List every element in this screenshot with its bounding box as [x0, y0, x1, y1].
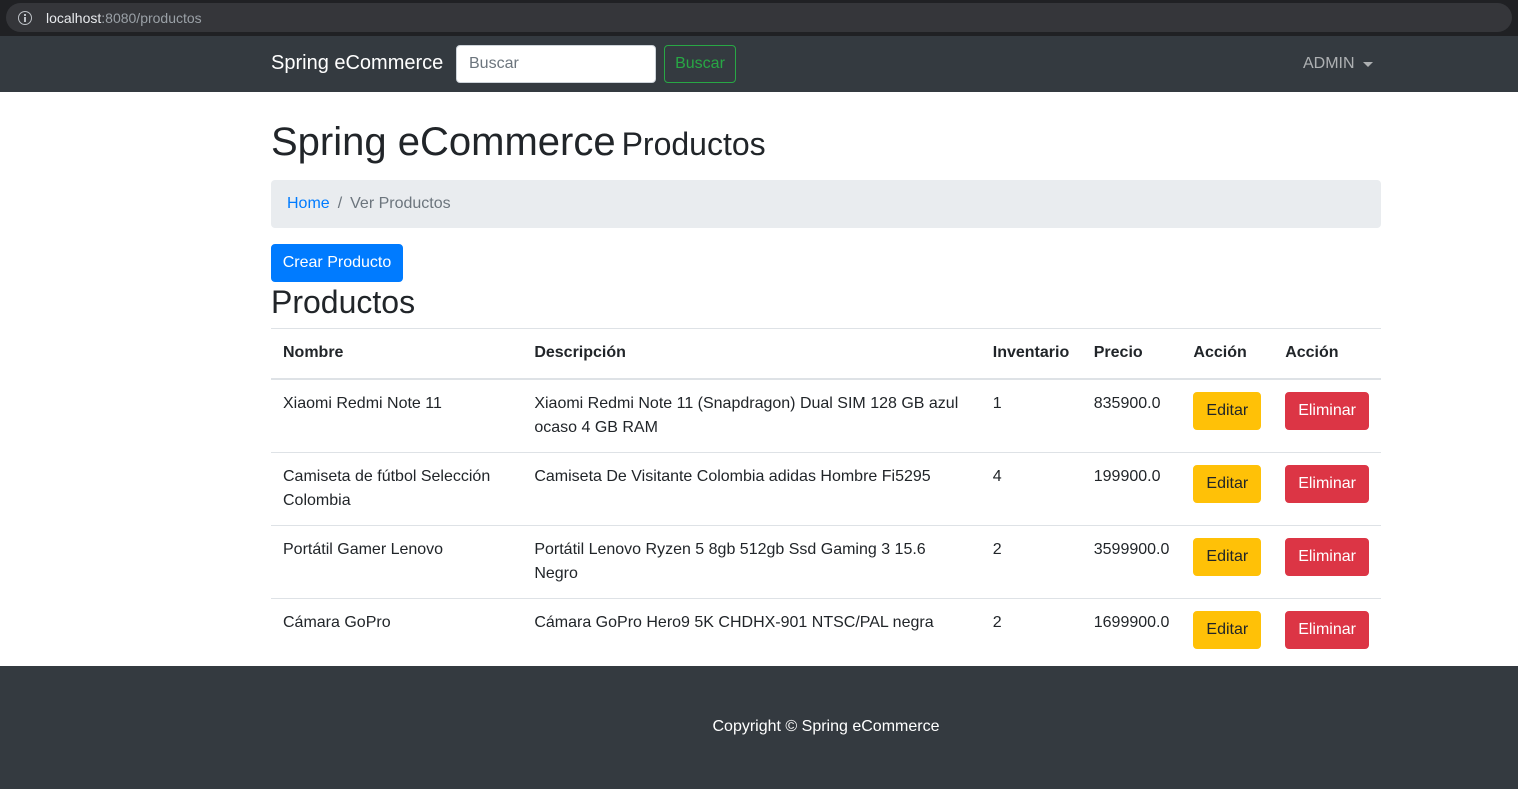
header-inventario: Inventario	[980, 328, 1082, 380]
cell-inventario: 2	[980, 524, 1082, 598]
delete-button[interactable]: Eliminar	[1285, 537, 1369, 576]
cell-edit: Editar	[1181, 524, 1274, 598]
edit-button[interactable]: Editar	[1193, 464, 1262, 503]
admin-dropdown[interactable]: ADMIN	[1303, 55, 1373, 73]
cell-edit: Editar	[1181, 378, 1274, 452]
url-path: :8080/productos	[101, 9, 202, 26]
cell-nombre: Xiaomi Redmi Note 11	[271, 378, 523, 452]
breadcrumb-separator: /	[337, 195, 343, 212]
cell-delete: Eliminar	[1273, 451, 1381, 525]
cell-precio: 199900.0	[1081, 451, 1182, 525]
products-table: Nombre Descripción Inventario Precio Acc…	[271, 328, 1381, 661]
edit-button[interactable]: Editar	[1193, 537, 1262, 576]
cell-descripcion: Cámara GoPro Hero9 5K CHDHX-901 NTSC/PAL…	[522, 597, 981, 661]
cell-descripcion: Portátil Lenovo Ryzen 5 8gb 512gb Ssd Ga…	[522, 524, 981, 598]
url-text: localhost:8080/productos	[46, 10, 202, 26]
admin-label: ADMIN	[1303, 55, 1355, 72]
copyright-text: Copyright © Spring eCommerce	[712, 718, 940, 735]
table-header-row: Nombre Descripción Inventario Precio Acc…	[271, 328, 1381, 380]
edit-button[interactable]: Editar	[1193, 391, 1262, 430]
url-host: localhost	[46, 9, 102, 26]
delete-button[interactable]: Eliminar	[1285, 610, 1369, 649]
cell-delete: Eliminar	[1273, 597, 1381, 661]
section-title: Productos	[271, 284, 416, 320]
header-nombre: Nombre	[271, 328, 523, 380]
delete-button[interactable]: Eliminar	[1285, 464, 1369, 503]
page-footer: Copyright © Spring eCommerce	[0, 666, 1518, 789]
browser-address-bar: localhost:8080/productos	[0, 0, 1518, 36]
search-button[interactable]: Buscar	[664, 45, 736, 83]
breadcrumb: Home / Ver Productos	[271, 180, 1381, 228]
cell-edit: Editar	[1181, 451, 1274, 525]
cell-delete: Eliminar	[1273, 378, 1381, 452]
delete-button[interactable]: Eliminar	[1285, 391, 1369, 430]
create-product-button[interactable]: Crear Producto	[271, 244, 403, 282]
cell-precio: 835900.0	[1081, 378, 1182, 452]
header-accion-edit: Acción	[1181, 328, 1274, 380]
header-precio: Precio	[1081, 328, 1182, 380]
search-input[interactable]	[456, 45, 656, 83]
table-row: Cámara GoPro Cámara GoPro Hero9 5K CHDHX…	[271, 597, 1381, 661]
table-row: Xiaomi Redmi Note 11 Xiaomi Redmi Note 1…	[271, 378, 1381, 452]
info-icon[interactable]	[18, 10, 32, 25]
cell-inventario: 4	[980, 451, 1082, 525]
page-subtitle: Productos	[621, 126, 766, 162]
top-navbar: Spring eCommerce Buscar ADMIN	[0, 36, 1518, 92]
cell-nombre: Portátil Gamer Lenovo	[271, 524, 523, 598]
breadcrumb-current: Ver Productos	[350, 195, 451, 212]
page-title: Spring eCommerce	[271, 120, 616, 164]
cell-descripcion: Xiaomi Redmi Note 11 (Snapdragon) Dual S…	[522, 378, 981, 452]
header-descripcion: Descripción	[522, 328, 981, 380]
page-heading: Spring eCommerce Productos	[271, 120, 766, 165]
cell-descripcion: Camiseta De Visitante Colombia adidas Ho…	[522, 451, 981, 525]
cell-precio: 3599900.0	[1081, 524, 1182, 598]
header-accion-delete: Acción	[1273, 328, 1381, 380]
cell-nombre: Camiseta de fútbol Selección Colombia	[271, 451, 523, 525]
edit-button[interactable]: Editar	[1193, 610, 1262, 649]
cell-inventario: 1	[980, 378, 1082, 452]
table-row: Camiseta de fútbol Selección Colombia Ca…	[271, 451, 1381, 525]
cell-nombre: Cámara GoPro	[271, 597, 523, 661]
table-row: Portátil Gamer Lenovo Portátil Lenovo Ry…	[271, 524, 1381, 598]
navbar-brand[interactable]: Spring eCommerce	[271, 52, 443, 75]
cell-edit: Editar	[1181, 597, 1274, 661]
caret-down-icon	[1362, 61, 1373, 67]
cell-inventario: 2	[980, 597, 1082, 661]
cell-precio: 1699900.0	[1081, 597, 1182, 661]
breadcrumb-home-link[interactable]: Home	[287, 195, 330, 213]
cell-delete: Eliminar	[1273, 524, 1381, 598]
url-field[interactable]: localhost:8080/productos	[6, 3, 1512, 32]
